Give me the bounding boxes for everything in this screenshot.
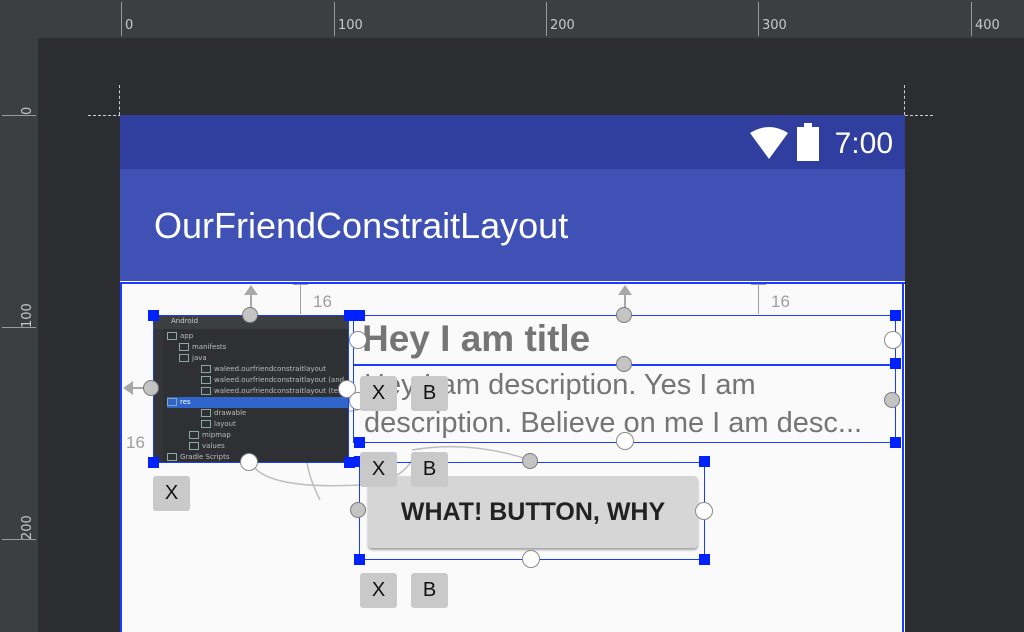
clear-constraints-button[interactable]: X [153,476,190,511]
wifi-icon [750,127,788,159]
ruler-major-tick [546,2,547,36]
resize-handle[interactable] [699,554,710,565]
constraint-anchor[interactable] [522,453,538,469]
constraint-anchor[interactable] [884,392,900,408]
ruler-label: 200 [20,515,35,540]
ruler-major-tick [334,2,335,36]
resize-handle[interactable] [354,437,365,448]
right-guide [904,85,905,115]
resize-handle[interactable] [890,358,901,369]
margin-label-top-right: 16 [771,292,790,311]
status-bar: 7:00 [120,115,905,169]
constraint-anchor[interactable] [522,550,540,568]
constraint-anchor[interactable] [143,380,159,396]
constraint-anchor[interactable] [616,432,634,450]
resize-handle[interactable] [354,310,365,321]
clear-constraints-button[interactable]: X [360,452,397,487]
constraint-anchor[interactable] [350,502,366,518]
battery-icon [797,123,819,161]
margin-cap [751,284,766,285]
status-time: 7:00 [834,127,893,160]
ruler-major-tick [2,115,36,116]
resize-handle[interactable] [148,457,159,468]
left-ruler: 0 100 200 [0,38,39,632]
margin-cap [293,284,308,285]
clear-constraints-button[interactable]: X [360,376,397,411]
app-title: OurFriendConstraitLayout [154,205,569,246]
constraint-anchor[interactable] [616,307,632,323]
ruler-label: 200 [550,18,575,33]
app-toolbar: OurFriendConstraitLayout [120,169,905,281]
constraint-anchor[interactable] [616,356,632,372]
baseline-button[interactable]: B [411,573,448,608]
margin-label-top-left: 16 [313,292,332,311]
ruler-label: 100 [20,303,35,328]
ruler-major-tick [971,2,972,36]
ruler-label: 400 [975,18,1000,33]
ruler-label: 300 [762,18,787,33]
content-top-edge [120,282,905,284]
constraint-anchor[interactable] [242,307,258,323]
margin-label-left: 16 [126,433,145,452]
title-text-view[interactable]: Hey I am title [362,318,590,360]
ruler-major-tick [121,2,122,36]
margin-line-left [300,284,301,314]
clear-constraints-button[interactable]: X [360,573,397,608]
ruler-major-tick [758,2,759,36]
margin-line-right [758,284,759,314]
resize-handle[interactable] [148,310,159,321]
constraint-anchor[interactable] [695,502,713,520]
top-ruler: 0 100 200 300 400 [0,0,1024,39]
ruler-label: 0 [20,106,35,115]
left-guide [119,85,120,115]
resize-handle[interactable] [699,456,710,467]
constraint-anchor[interactable] [240,453,258,471]
ruler-label: 100 [338,18,363,33]
constraint-anchor[interactable] [349,331,367,349]
baseline-button[interactable]: B [411,452,448,487]
resize-handle[interactable] [890,437,901,448]
resize-handle[interactable] [890,310,901,321]
constraint-anchor[interactable] [884,331,902,349]
baseline-button[interactable]: B [411,376,448,411]
resize-handle[interactable] [354,554,365,565]
image-view-selection [153,315,349,463]
ruler-label: 0 [125,18,134,33]
